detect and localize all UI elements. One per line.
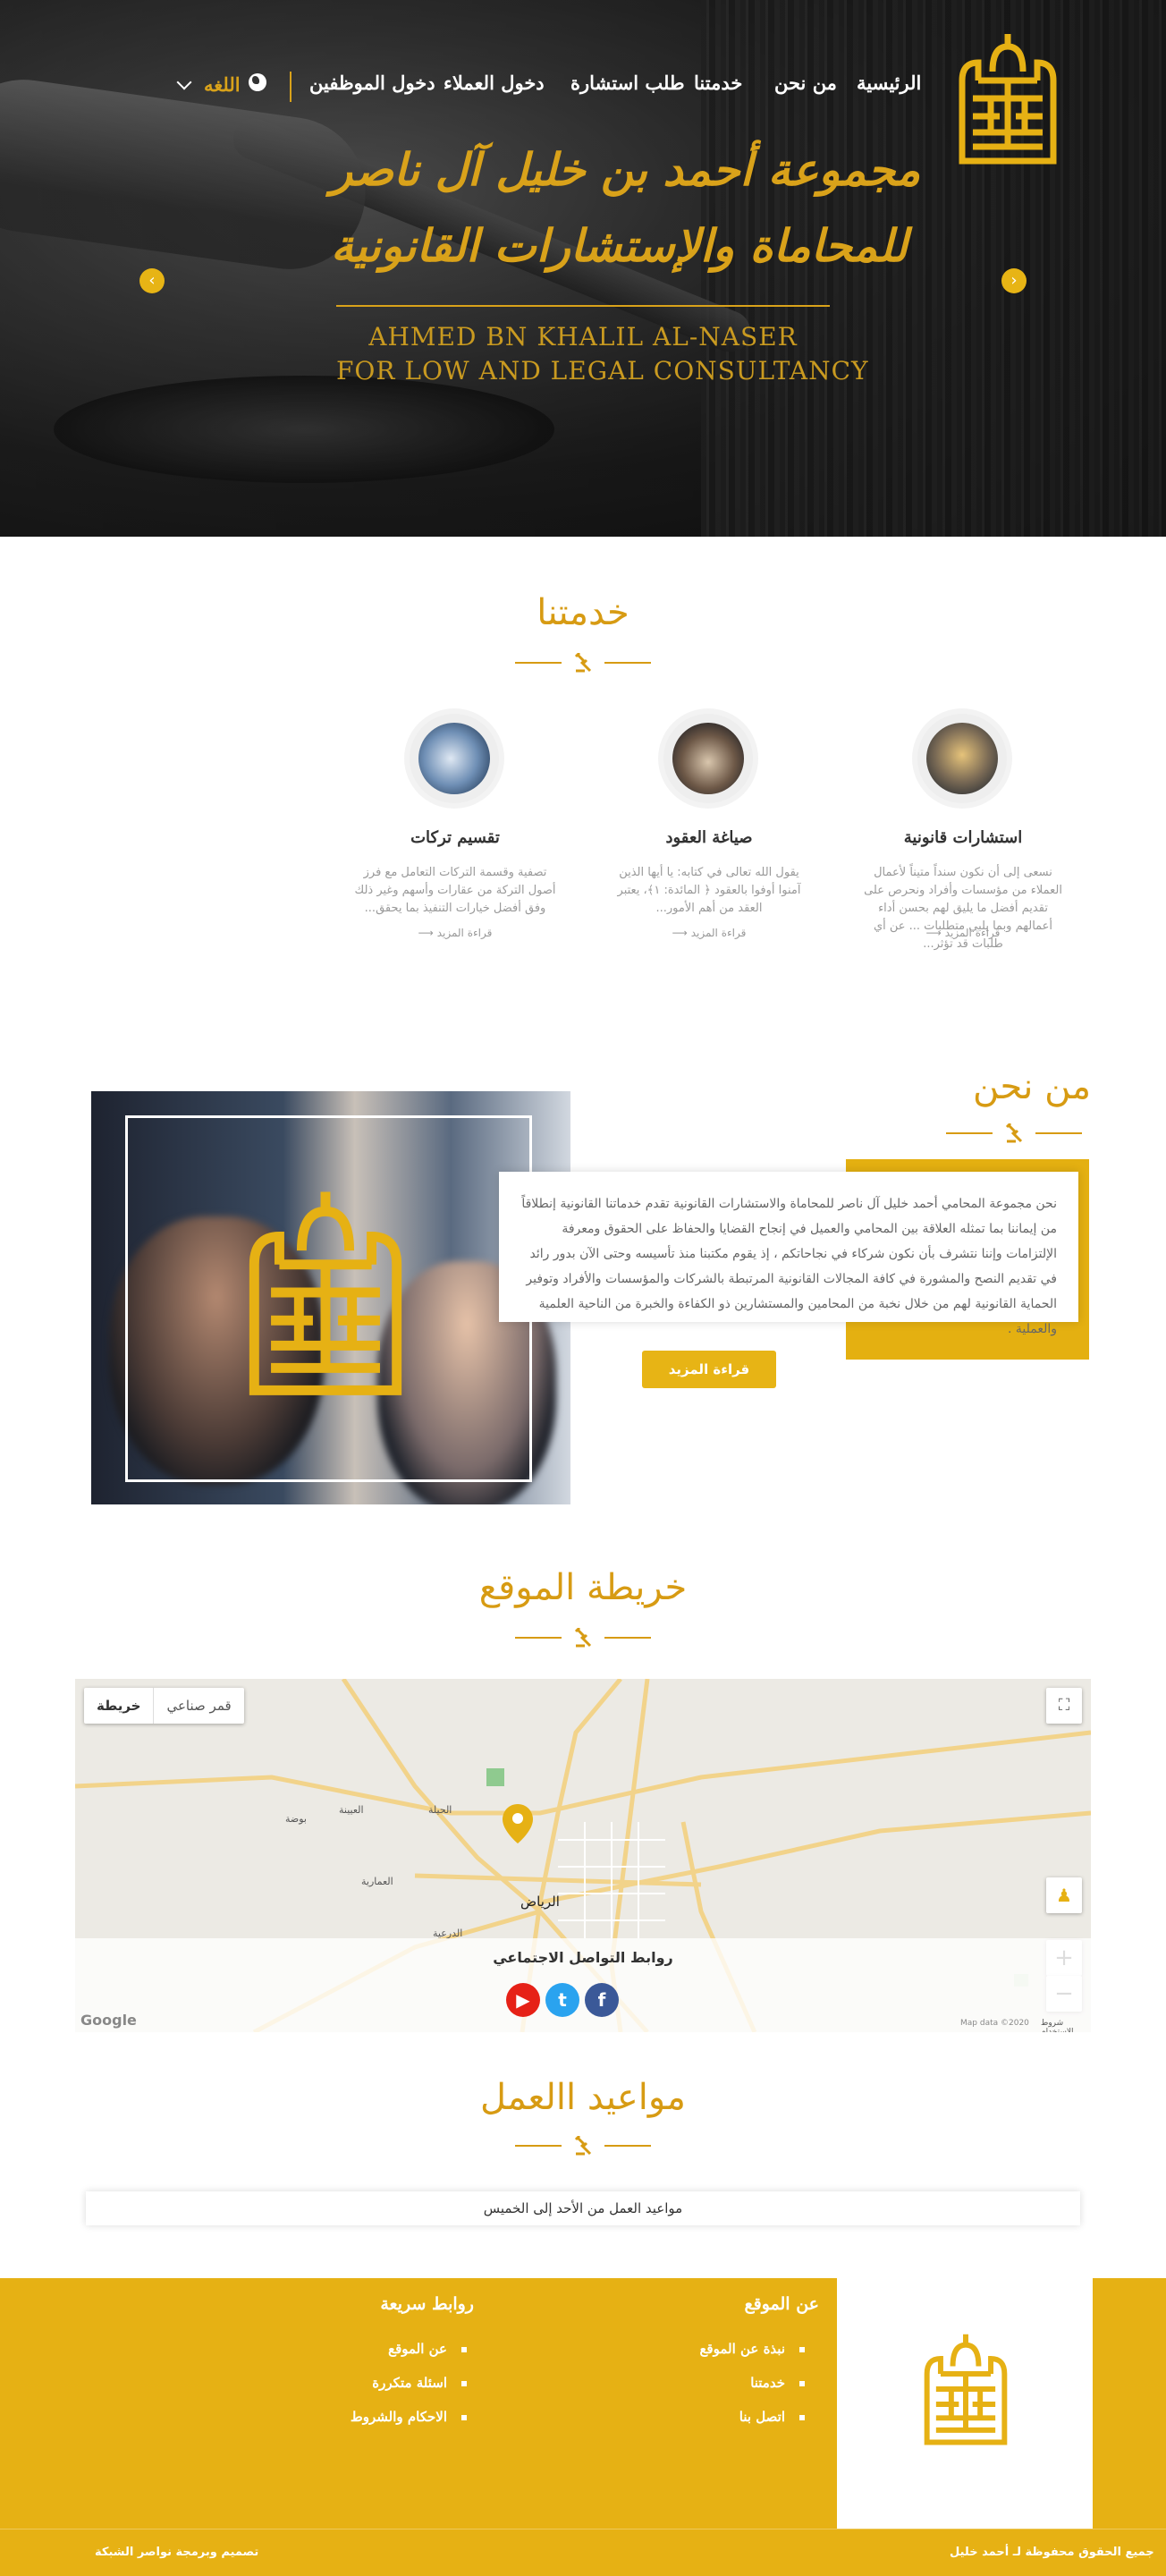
footer-logo[interactable] bbox=[917, 2328, 1014, 2450]
language-menu[interactable]: اللغه bbox=[204, 73, 241, 96]
nav-about[interactable]: من نحن bbox=[774, 72, 837, 94]
twitter-icon[interactable]: t bbox=[545, 1983, 579, 2017]
map-place-label: بوضة bbox=[285, 1813, 307, 1825]
chevron-right-icon: › bbox=[1010, 271, 1018, 290]
footer-quick-links: عن الموقع اسئلة متكررة الاحكام والشروط bbox=[286, 2341, 467, 2448]
footer-link[interactable]: اتصل بنا bbox=[739, 2409, 805, 2425]
pegman-icon: ♟ bbox=[1056, 1885, 1072, 1906]
footer-link[interactable]: الاحكام والشروط bbox=[351, 2409, 467, 2425]
footer-about-title: عن الموقع bbox=[744, 2294, 819, 2314]
footer-link[interactable]: عن الموقع bbox=[388, 2341, 467, 2357]
map-place-label: العمارية bbox=[361, 1876, 393, 1887]
designer-credit[interactable]: تصميم وبرمجة نواصر الشبكة bbox=[95, 2546, 258, 2559]
fullscreen-button[interactable]: ⛶ bbox=[1046, 1688, 1082, 1724]
site-logo[interactable] bbox=[955, 27, 1060, 170]
section-ornament bbox=[515, 649, 651, 676]
nav-home[interactable]: الرئيسية bbox=[857, 72, 921, 94]
section-ornament bbox=[946, 1120, 1082, 1147]
gavel-icon bbox=[574, 2134, 592, 2156]
section-ornament bbox=[515, 1624, 651, 1651]
nav-consultation[interactable]: طلب استشارة bbox=[570, 72, 685, 94]
hours-title: مواعيد االعمل bbox=[480, 2077, 686, 2118]
fullscreen-icon: ⛶ bbox=[1058, 1696, 1070, 1715]
footer-logo-panel bbox=[837, 2278, 1093, 2529]
about-text-card: نحن مجموعة المحامي أحمد خليل آل ناصر للم… bbox=[499, 1172, 1078, 1336]
map-pin-icon[interactable] bbox=[503, 1804, 533, 1843]
footer-link[interactable]: نبذة عن الموقع bbox=[699, 2341, 805, 2357]
copyright-bar: جميع الحقوق محفوظة لـ أحمد خليل تصميم وب… bbox=[0, 2529, 1166, 2576]
hero-title-ar-2: للمحاماة والإستشارات القانونية bbox=[331, 219, 908, 272]
service-image bbox=[663, 714, 753, 803]
about-text: نحن مجموعة المحامي أحمد خليل آل ناصر للم… bbox=[521, 1197, 1057, 1336]
map-type-control: خريطة قمر صناعي bbox=[84, 1688, 244, 1724]
arrow-right-icon: ⟶ bbox=[672, 927, 691, 939]
services-title: خدمتنا bbox=[537, 592, 629, 633]
service-text: نسعى إلى أن نكون سنداً متيناً لأعمال الع… bbox=[864, 866, 1062, 951]
nav-divider bbox=[290, 72, 292, 102]
google-logo: Google bbox=[80, 2012, 137, 2029]
footer: عن الموقع نبذة عن الموقع خدمتنا اتصل بنا… bbox=[0, 2278, 1166, 2529]
service-title: صياغة العقود bbox=[665, 828, 753, 847]
map-place-label: العيينة bbox=[339, 1804, 364, 1816]
hero-divider bbox=[336, 305, 830, 307]
chevron-left-icon: ‹ bbox=[148, 271, 156, 290]
street-view-button[interactable]: ♟ bbox=[1046, 1877, 1082, 1913]
read-more-link[interactable]: ⟶ قراءة المزيد bbox=[660, 927, 758, 939]
hero-title-ar-1: مجموعة أحمد بن خليل آل ناصر bbox=[331, 143, 921, 196]
slider-prev-button[interactable]: ‹ bbox=[139, 268, 165, 293]
footer-link[interactable]: خدمتنا bbox=[750, 2375, 805, 2391]
map-terms-link[interactable]: شروط الاستخدام bbox=[1041, 2019, 1091, 2032]
about-title: من نحن bbox=[973, 1066, 1091, 1107]
service-image bbox=[410, 714, 499, 803]
read-more-link[interactable]: ⟶ قراءة المزيد bbox=[914, 927, 1012, 939]
nav-client-login[interactable]: دخول العملاء bbox=[444, 72, 545, 94]
working-hours-box: مواعيد العمل من الأحد إلى الخميس bbox=[86, 2191, 1080, 2225]
gavel-icon bbox=[574, 1626, 592, 1648]
copyright-text: جميع الحقوق محفوظة لـ أحمد خليل bbox=[950, 2546, 1154, 2559]
service-title: استشارات قانونية bbox=[903, 828, 1023, 847]
hero-title-en-2: FOR LOW AND LEGAL CONSULTANCY bbox=[336, 356, 869, 386]
read-more-link[interactable]: ⟶ قراءة المزيد bbox=[406, 927, 504, 939]
footer-about-links: نبذة عن الموقع خدمتنا اتصل بنا bbox=[626, 2341, 805, 2448]
arrow-right-icon: ⟶ bbox=[925, 927, 945, 939]
service-text: يقول الله تعالى في كتابه: يا أيها الذين … bbox=[617, 866, 801, 915]
footer-quick-title: روابط سريعة bbox=[380, 2294, 474, 2314]
sitemap-title: خريطة الموقع bbox=[478, 1567, 688, 1608]
gavel-icon bbox=[1005, 1122, 1023, 1143]
footer-link[interactable]: اسئلة متكررة bbox=[372, 2375, 467, 2391]
service-title: تقسيم تركات bbox=[410, 828, 500, 847]
hero-title-en-1: AHMED BN KHALIL AL-NASER bbox=[368, 322, 798, 352]
map-type-map[interactable]: خريطة bbox=[84, 1688, 153, 1724]
social-links-bar: روابط التواصل الاجتماعي ▶ t f bbox=[75, 1938, 1091, 2032]
location-map[interactable]: الحيلة العيينة بوضة العمارية الدرعية الر… bbox=[75, 1679, 1091, 2032]
map-place-label: الحيلة bbox=[428, 1804, 452, 1816]
about-read-more-button[interactable]: قراءة المزيد bbox=[642, 1351, 776, 1388]
map-city-label: الرياض bbox=[520, 1894, 560, 1910]
nav-employee-login[interactable]: دخول الموظفين bbox=[309, 72, 435, 94]
social-title: روابط التواصل الاجتماعي bbox=[493, 1949, 673, 1966]
youtube-icon[interactable]: ▶ bbox=[506, 1983, 540, 2017]
service-image bbox=[917, 714, 1007, 803]
map-data-label: Map data ©2020 bbox=[960, 2019, 1029, 2028]
globe-icon[interactable] bbox=[249, 73, 266, 91]
nav-services[interactable]: خدمتنا bbox=[694, 72, 742, 94]
arrow-right-icon: ⟶ bbox=[418, 927, 437, 939]
facebook-icon[interactable]: f bbox=[585, 1983, 619, 2017]
main-nav: الرئيسية من نحن خدمتنا طلب استشارة دخول … bbox=[0, 72, 1166, 98]
photo-frame bbox=[125, 1115, 532, 1482]
gavel-icon bbox=[574, 651, 592, 673]
slider-next-button[interactable]: › bbox=[1001, 268, 1027, 293]
map-type-satellite[interactable]: قمر صناعي bbox=[153, 1688, 243, 1724]
section-ornament bbox=[515, 2132, 651, 2159]
service-text: تصفية وقسمة التركات التعامل مع فرز أصول … bbox=[354, 866, 556, 915]
